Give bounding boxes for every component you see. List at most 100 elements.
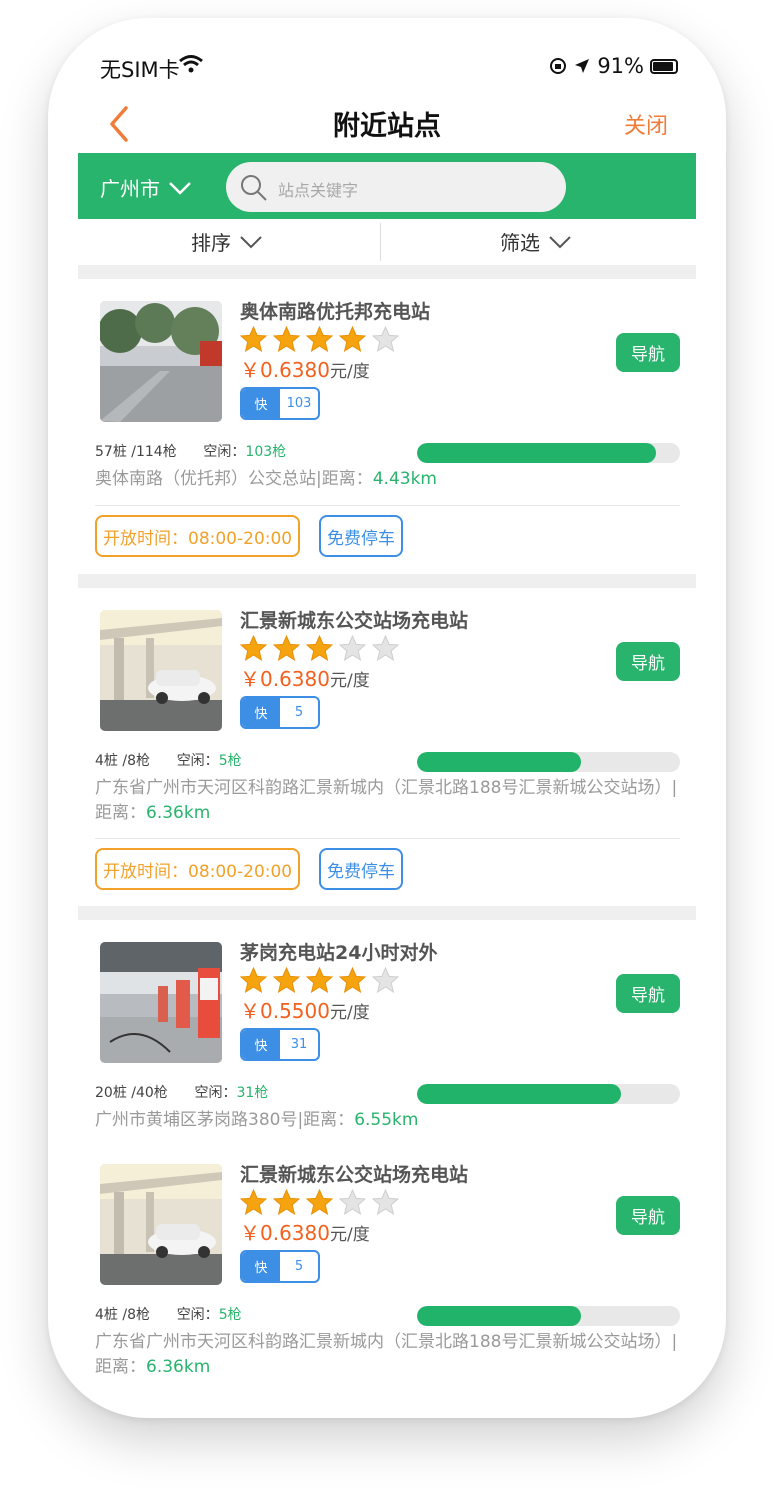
fast-charger-tag: 快 31 xyxy=(240,1028,320,1061)
pile-info: 4桩 /8枪 空闲：5枪 xyxy=(95,1304,242,1324)
tag-count: 103 xyxy=(286,396,312,411)
station-address: 广东省广州市天河区科韵路汇景新城内（汇景北路188号汇景新城公交站场）|距离：6… xyxy=(95,776,685,826)
star-filled-icon xyxy=(240,635,267,661)
navigate-button[interactable]: 导航 xyxy=(616,1196,680,1235)
navigate-button[interactable]: 导航 xyxy=(616,642,680,681)
star-filled-icon xyxy=(273,326,300,352)
price-unit: 元/度 xyxy=(329,1003,370,1023)
free-parking-badge: 免费停车 xyxy=(319,848,403,890)
star-filled-icon xyxy=(273,1189,300,1215)
rating-stars xyxy=(240,1189,399,1215)
station-address: 广州市黄埔区茅岗路380号|距离：6.55km xyxy=(95,1108,685,1133)
section-gap xyxy=(78,906,696,920)
distance: 4.43km xyxy=(372,469,437,489)
pile-info: 4桩 /8枪 空闲：5枪 xyxy=(95,750,242,770)
search-input[interactable]: 站点关键字 xyxy=(226,162,566,212)
battery-icon xyxy=(650,58,678,74)
station-photo-car xyxy=(100,1164,222,1285)
availability-fill xyxy=(417,752,582,772)
pile-count: 57桩 /114枪 xyxy=(95,444,177,460)
price-unit: 元/度 xyxy=(329,362,370,382)
idle-value: 103枪 xyxy=(245,444,287,460)
availability-bar xyxy=(417,443,680,463)
search-placeholder: 站点关键字 xyxy=(278,181,359,200)
fast-charger-tag: 快 5 xyxy=(240,696,320,729)
star-filled-icon xyxy=(240,326,267,352)
city-selector[interactable]: 广州市 xyxy=(100,173,192,202)
navigate-button[interactable]: 导航 xyxy=(616,333,680,372)
sort-dropdown[interactable]: 排序 xyxy=(191,227,263,256)
idle-value: 5枪 xyxy=(218,1307,242,1323)
tag-count: 5 xyxy=(294,1259,304,1274)
pile-count: 4桩 /8枪 xyxy=(95,753,150,769)
orientation-lock-icon xyxy=(550,58,567,74)
availability-bar xyxy=(417,752,680,772)
station-photo-car xyxy=(100,610,222,731)
price-value: ￥0.5500 xyxy=(240,999,330,1023)
idle-value: 5枪 xyxy=(218,753,242,769)
availability-fill xyxy=(417,1084,621,1104)
section-gap xyxy=(78,574,696,588)
pile-count: 4桩 /8枪 xyxy=(95,1307,150,1323)
free-parking-badge: 免费停车 xyxy=(319,515,403,557)
price-unit: 元/度 xyxy=(329,1225,370,1245)
star-empty-icon xyxy=(372,635,399,661)
star-empty-icon xyxy=(372,967,399,993)
star-empty-icon xyxy=(339,1189,366,1215)
star-filled-icon xyxy=(339,326,366,352)
status-bar: 无SIM卡 91% xyxy=(48,18,726,108)
tag-kind: 快 xyxy=(242,1252,280,1281)
carrier-label: 无SIM卡 xyxy=(100,58,180,82)
divider xyxy=(95,505,680,506)
availability-fill xyxy=(417,1306,582,1326)
navigate-button[interactable]: 导航 xyxy=(616,974,680,1013)
station-name: 汇景新城东公交站场充电站 xyxy=(240,1164,469,1186)
availability-bar xyxy=(417,1084,680,1104)
tag-count: 5 xyxy=(294,705,304,720)
station-name: 汇景新城东公交站场充电站 xyxy=(240,610,469,632)
chevron-down-icon xyxy=(549,235,571,248)
star-filled-icon xyxy=(273,635,300,661)
filter-divider xyxy=(380,223,381,261)
idle-label: 空闲： xyxy=(194,1085,237,1101)
close-button[interactable]: 关闭 xyxy=(624,108,668,140)
price-value: ￥0.6380 xyxy=(240,1221,330,1245)
star-filled-icon xyxy=(240,967,267,993)
open-hours-badge: 开放时间：08:00-20:00 xyxy=(95,848,301,890)
distance: 6.36km xyxy=(146,803,211,823)
star-filled-icon xyxy=(273,967,300,993)
rating-stars xyxy=(240,635,399,661)
availability-bar xyxy=(417,1306,680,1326)
price-value: ￥0.6380 xyxy=(240,358,330,382)
station-card[interactable]: 茅岗充电站24小时对外 ￥0.5500元/度 快 31 导航 20桩 /40枪 … xyxy=(78,920,696,1143)
station-name: 奥体南路优托邦充电站 xyxy=(240,301,431,323)
divider xyxy=(95,838,680,839)
station-card[interactable]: 汇景新城东公交站场充电站 ￥0.6380元/度 快 5 导航 4桩 /8枪 空闲… xyxy=(78,1142,696,1383)
station-card[interactable]: 奥体南路优托邦充电站 ￥0.6380元/度 快 103 导航 57桩 /114枪… xyxy=(78,279,696,574)
star-empty-icon xyxy=(372,326,399,352)
pile-info: 20桩 /40枪 空闲：31枪 xyxy=(95,1082,268,1102)
city-label: 广州市 xyxy=(100,177,160,201)
pile-info: 57桩 /114枪 空闲：103枪 xyxy=(95,441,286,461)
navigation-bar: 附近站点 关闭 xyxy=(48,98,726,154)
station-card[interactable]: 汇景新城东公交站场充电站 ￥0.6380元/度 快 5 导航 4桩 /8枪 空闲… xyxy=(78,588,696,906)
station-price: ￥0.5500元/度 xyxy=(240,995,370,1024)
battery-percent: 91% xyxy=(597,54,644,78)
tag-count: 31 xyxy=(290,1037,308,1052)
star-filled-icon xyxy=(240,1189,267,1215)
filter-bar: 排序 筛选 xyxy=(78,219,696,265)
station-price: ￥0.6380元/度 xyxy=(240,1217,370,1246)
price-unit: 元/度 xyxy=(329,671,370,691)
fast-charger-tag: 快 5 xyxy=(240,1250,320,1283)
open-hours-badge: 开放时间：08:00-20:00 xyxy=(95,515,301,557)
station-photo-bus xyxy=(100,301,222,422)
station-photo-piles xyxy=(100,942,222,1063)
filter-dropdown[interactable]: 筛选 xyxy=(500,227,572,256)
price-value: ￥0.6380 xyxy=(240,667,330,691)
idle-value: 31枪 xyxy=(236,1085,269,1101)
rating-stars xyxy=(240,326,399,352)
star-filled-icon xyxy=(339,967,366,993)
availability-fill xyxy=(417,443,657,463)
rating-stars xyxy=(240,967,399,993)
station-address: 广东省广州市天河区科韵路汇景新城内（汇景北路188号汇景新城公交站场）|距离：6… xyxy=(95,1330,685,1380)
